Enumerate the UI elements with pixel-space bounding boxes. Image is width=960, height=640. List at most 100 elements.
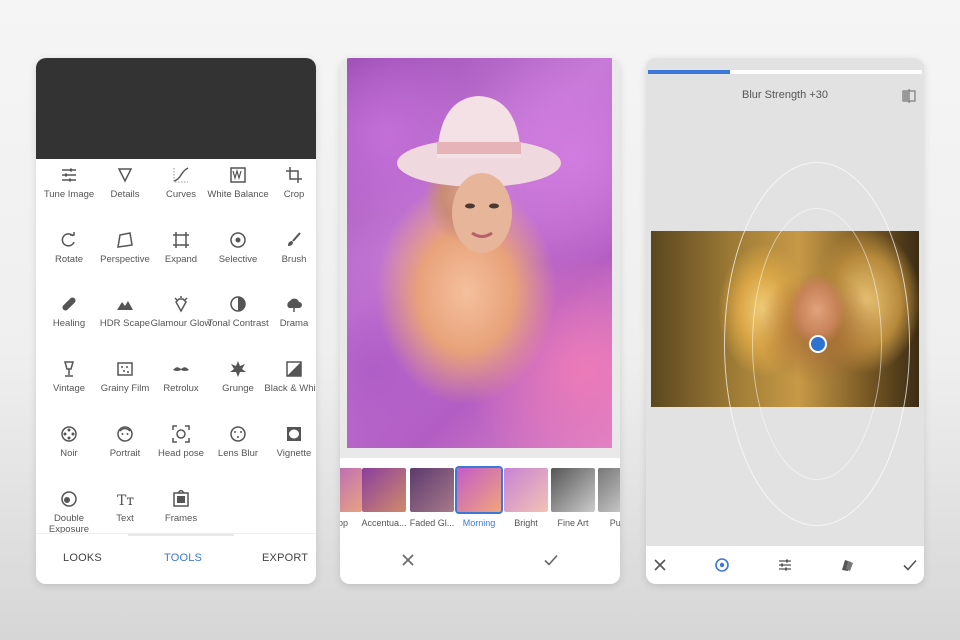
tool-details[interactable]: Details [93, 158, 157, 216]
tool-label: Frames [164, 513, 198, 524]
tool-label: Crop [283, 189, 305, 200]
tool-healing[interactable]: Healing [37, 287, 101, 345]
tool-perspective[interactable]: Perspective [93, 223, 157, 281]
look-thumbnail[interactable] [362, 468, 406, 512]
look-label: Faded Gl... [409, 518, 455, 528]
tool-label: Head pose [158, 448, 204, 459]
text-icon: Tт [117, 493, 134, 508]
tab-looks[interactable]: LOOKS [63, 552, 102, 564]
drama-icon [287, 298, 302, 312]
tool-noir[interactable]: Noir [37, 417, 101, 475]
tool-label: Healing [52, 318, 86, 329]
tool-label: Vintage [52, 383, 86, 394]
progress-fill [648, 70, 731, 74]
tool-hdr[interactable]: HDR Scape [93, 287, 157, 345]
vignette-icon [287, 427, 301, 441]
tool-label: HDR Scape [99, 318, 151, 329]
tool-label: Grunge [222, 383, 254, 394]
tool-label: Grainy Film [100, 383, 150, 394]
blur-center-handle[interactable] [809, 335, 827, 353]
tool-expand[interactable]: Expand [149, 223, 213, 281]
tool-glamour-glow[interactable]: Glamour Glow [149, 287, 213, 345]
tool-text[interactable]: Tт Text [93, 482, 157, 540]
target-icon[interactable] [714, 557, 730, 573]
tool-label: Brush [281, 254, 307, 265]
retrolux-icon [173, 367, 189, 371]
look-label: Morning [462, 518, 496, 528]
tool-retrolux[interactable]: Retrolux [149, 352, 213, 410]
double-exposure-icon [61, 491, 77, 507]
head-pose-icon [172, 425, 190, 443]
black-white-icon [286, 361, 302, 377]
tool-black-white[interactable]: Black & White [262, 352, 316, 410]
tool-label: Black & White [264, 383, 316, 394]
brush-icon [288, 232, 301, 246]
tool-label: Tonal Contrast [207, 318, 269, 329]
tool-vignette[interactable]: Vignette [262, 417, 316, 475]
rotate-icon [61, 232, 75, 247]
style-icon[interactable] [839, 557, 855, 573]
tool-tonal-contrast[interactable]: Tonal Contrast [206, 287, 270, 345]
tool-label: Details [110, 189, 140, 200]
tool-head-pose[interactable]: Head pose [149, 417, 213, 475]
tool-tune[interactable]: Tune Image [37, 158, 101, 216]
tool-label: White Balance [207, 189, 269, 200]
tool-label: Selective [218, 254, 258, 265]
blur-strength-progress [648, 70, 922, 74]
tool-label: Lens Blur [217, 448, 259, 459]
curves-icon [173, 167, 189, 183]
look-thumbnail[interactable] [410, 468, 454, 512]
glamour-glow-icon [174, 296, 188, 313]
details-icon [117, 168, 133, 183]
looks-filmstrip: PopAccentua...Faded Gl...MorningBrightFi… [340, 460, 620, 536]
tool-portrait[interactable]: Portrait [93, 417, 157, 475]
hdr-icon [117, 301, 133, 310]
tool-brush[interactable]: Brush [262, 223, 316, 281]
tool-grunge[interactable]: Grunge [206, 352, 270, 410]
tool-label: Vignette [276, 448, 312, 459]
check-icon[interactable] [543, 552, 559, 568]
look-thumbnail[interactable] [455, 466, 503, 514]
look-thumbnail[interactable] [340, 468, 362, 512]
portrait-icon [117, 426, 133, 442]
frames-icon [173, 490, 189, 507]
close-icon[interactable] [400, 552, 416, 568]
selective-icon [230, 232, 246, 248]
tool-frames[interactable]: Frames [149, 482, 213, 540]
tool-lens-blur[interactable]: Lens Blur [206, 417, 270, 475]
look-label: Push [609, 518, 620, 528]
tool-curves[interactable]: Curves [149, 158, 213, 216]
tool-white-balance[interactable]: White Balance [206, 158, 270, 216]
look-thumbnail[interactable] [504, 468, 548, 512]
tool-drama[interactable]: Drama [262, 287, 316, 345]
compare-icon[interactable] [902, 89, 916, 103]
tool-label: Rotate [55, 254, 83, 265]
tool-double-exposure[interactable]: Double Exposure [37, 482, 101, 540]
tool-label: Double Exposure [48, 513, 90, 535]
looks-panel: PopAccentua...Faded Gl...MorningBrightFi… [340, 58, 620, 584]
healing-icon [62, 297, 76, 311]
tool-selective[interactable]: Selective [206, 223, 270, 281]
tool-vintage[interactable]: Vintage [37, 352, 101, 410]
tool-label: Drama [279, 318, 309, 329]
check-icon[interactable] [902, 557, 918, 573]
tool-grainy-film[interactable]: Grainy Film [93, 352, 157, 410]
tool-label: Glamour Glow [150, 318, 212, 329]
tonal-contrast-icon [230, 296, 246, 312]
bottom-navigation: LOOKS TOOLS EXPORT [36, 533, 316, 584]
look-thumbnail[interactable] [598, 468, 620, 512]
look-thumbnail[interactable] [551, 468, 595, 512]
svg-text:Tт: Tт [117, 493, 134, 508]
tool-label: Perspective [100, 254, 150, 265]
sliders-icon[interactable] [777, 557, 793, 573]
tool-crop[interactable]: Crop [262, 158, 316, 216]
tool-rotate[interactable]: Rotate [37, 223, 101, 281]
grainy-film-icon [117, 362, 133, 376]
tab-tools[interactable]: TOOLS [164, 552, 202, 564]
look-label: Accentua... [361, 518, 407, 528]
look-label: Fine Art [557, 518, 589, 528]
tab-export[interactable]: EXPORT [262, 552, 308, 564]
tool-label: Portrait [109, 448, 141, 459]
close-icon[interactable] [652, 557, 668, 573]
expand-icon [173, 232, 189, 248]
